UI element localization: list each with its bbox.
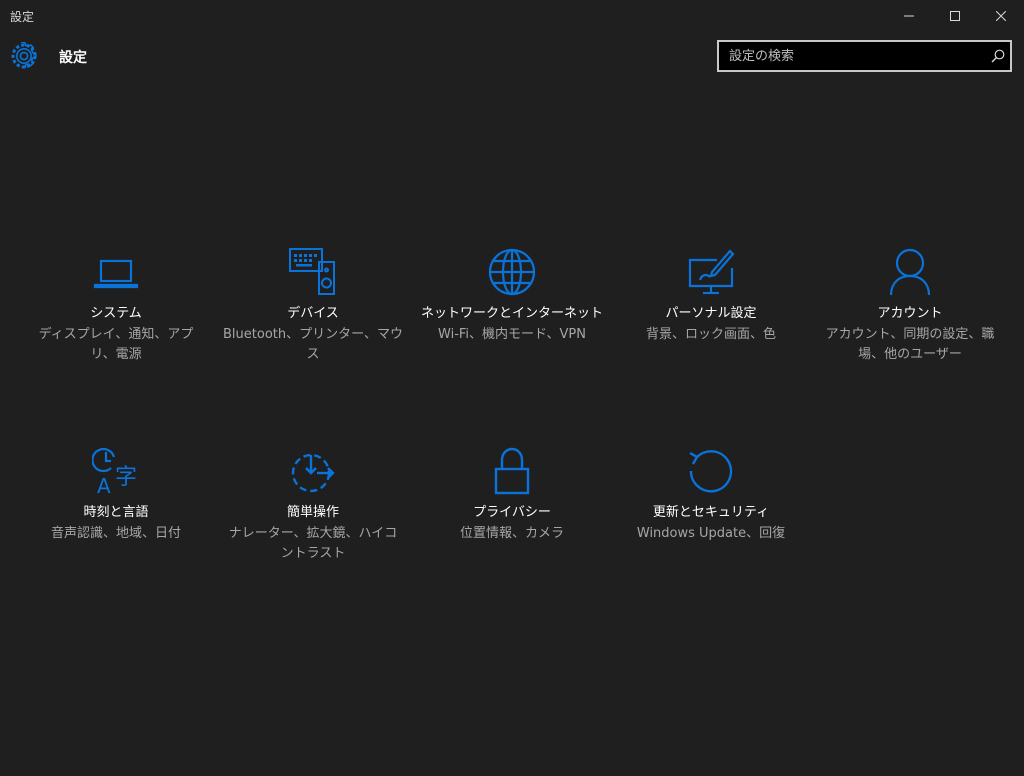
tile-description: Windows Update、回復 — [636, 526, 786, 541]
tile-personalization[interactable]: パーソナル設定 背景、ロック画面、色 — [611, 248, 811, 345]
tile-update-security[interactable]: 更新とセキュリティ Windows Update、回復 — [611, 447, 811, 544]
globe-icon — [488, 248, 536, 296]
tile-description: ナレーター、拡大鏡、ハイコントラスト — [228, 526, 398, 561]
ease-of-access-icon — [291, 453, 335, 493]
tile-time-language[interactable]: A 字 時刻と言語 音声認識、地域、日付 — [16, 447, 216, 544]
svg-text:A: A — [97, 474, 111, 495]
tile-accounts[interactable]: アカウント アカウント、同期の設定、職場、他のユーザー — [810, 248, 1010, 365]
close-button[interactable] — [978, 0, 1024, 32]
time-language-icon: A 字 — [92, 447, 137, 495]
tile-description: Bluetooth、プリンター、マウス — [223, 327, 403, 362]
tile-network[interactable]: ネットワークとインターネット Wi-Fi、機内モード、VPN — [412, 248, 612, 345]
laptop-icon — [93, 259, 139, 289]
tile-label: 簡単操作 — [286, 505, 339, 520]
account-icon — [889, 248, 931, 296]
minimize-icon — [904, 15, 914, 17]
gear-icon — [11, 42, 37, 69]
window-title: 設定 — [10, 10, 35, 24]
update-icon — [689, 450, 733, 493]
tile-label: アカウント — [877, 306, 943, 321]
tile-description: 背景、ロック画面、色 — [645, 327, 776, 342]
tile-label: パーソナル設定 — [665, 306, 757, 321]
tile-description: ディスプレイ、通知、アプリ、電源 — [38, 327, 194, 362]
minimize-button[interactable] — [886, 0, 932, 32]
page-title: 設定 — [59, 50, 87, 66]
devices-icon — [289, 248, 335, 295]
tile-label: 更新とセキュリティ — [652, 505, 770, 520]
tile-description: 位置情報、カメラ — [459, 526, 564, 541]
close-icon — [996, 11, 1006, 21]
title-bar[interactable]: 設定 — [0, 0, 1024, 32]
tile-label: プライバシー — [473, 505, 551, 520]
tile-label: デバイス — [287, 306, 339, 321]
maximize-button[interactable] — [932, 0, 978, 32]
tile-description: Wi-Fi、機内モード、VPN — [438, 327, 586, 342]
tile-devices[interactable]: デバイス Bluetooth、プリンター、マウス — [213, 248, 413, 365]
search-icon[interactable] — [986, 42, 1010, 70]
svg-text:字: 字 — [115, 465, 137, 490]
tile-system[interactable]: システム ディスプレイ、通知、アプリ、電源 — [16, 248, 216, 365]
maximize-icon — [950, 11, 960, 21]
tile-description: アカウント、同期の設定、職場、他のユーザー — [825, 327, 995, 362]
tile-label: システム — [90, 306, 142, 321]
tile-description: 音声認識、地域、日付 — [50, 526, 181, 541]
tile-privacy[interactable]: プライバシー 位置情報、カメラ — [412, 447, 612, 544]
search-input[interactable] — [719, 42, 986, 70]
tile-label: 時刻と言語 — [83, 505, 149, 520]
lock-icon — [494, 447, 530, 495]
personalization-icon — [688, 249, 735, 295]
tile-ease-of-access[interactable]: 簡単操作 ナレーター、拡大鏡、ハイコントラスト — [213, 447, 413, 564]
tile-label: ネットワークとインターネット — [420, 306, 603, 321]
search-box[interactable] — [717, 40, 1012, 72]
